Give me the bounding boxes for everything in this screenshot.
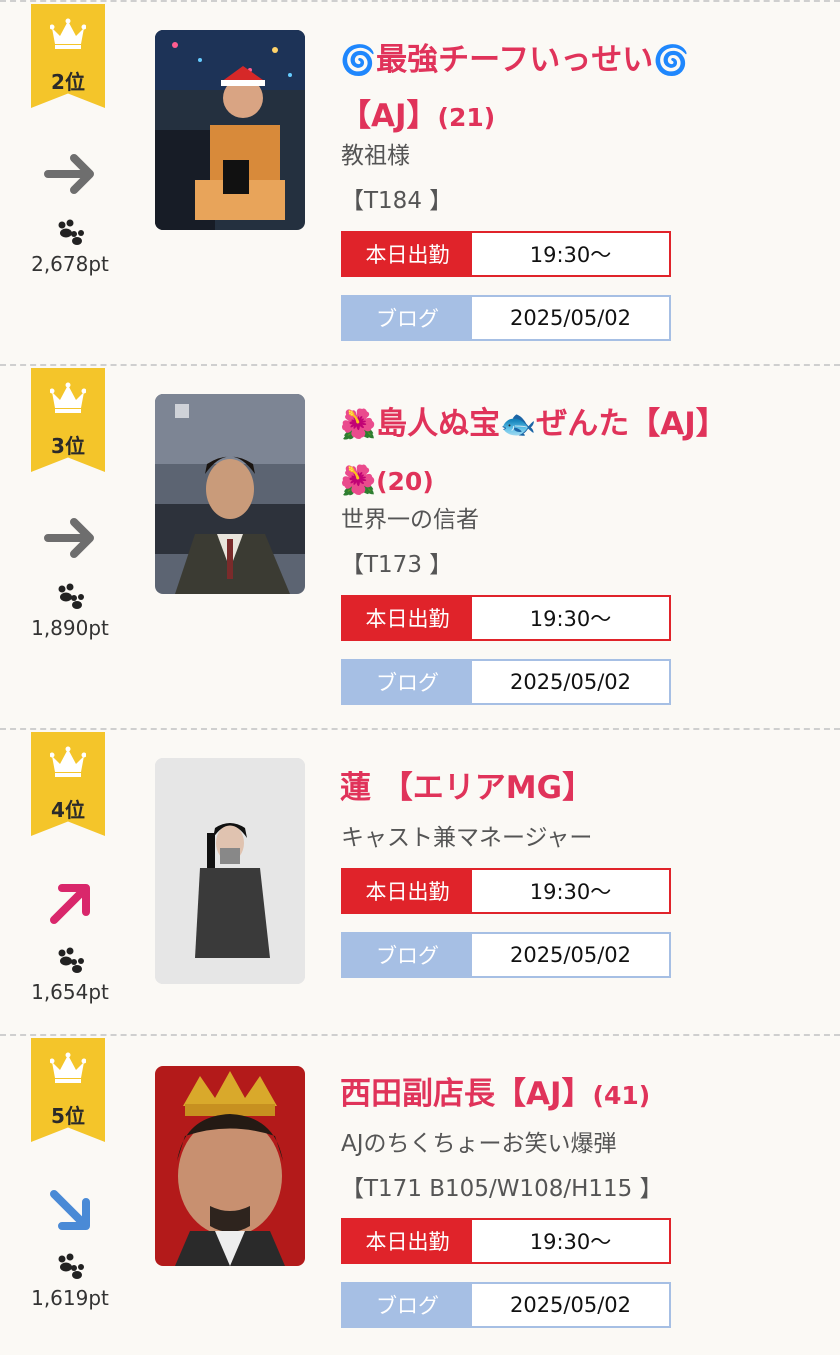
rank-badge: 5位 <box>31 1038 105 1142</box>
blog-link[interactable]: ブログ 2025/05/02 <box>341 1282 671 1328</box>
rank-label: 3位 <box>51 434 85 458</box>
crown-icon <box>50 18 86 49</box>
ranking-entry: 2位 2,678pt 🌀最強チーフいっせい🌀 【AJ】(21) 教祖様 【T18… <box>0 0 840 366</box>
attendance-label: 本日出勤 <box>343 233 472 275</box>
up-right-arrow-icon <box>50 884 90 924</box>
cast-age: (21) <box>437 103 496 132</box>
cast-spec: 【T171 B105/W108/H115 】 <box>341 1176 663 1202</box>
cast-photo[interactable] <box>155 30 305 230</box>
cast-name[interactable]: 🌺島人ぬ宝🐟ぜんた【AJ】 🌺(20) <box>340 396 820 510</box>
crown-icon <box>50 382 86 413</box>
cast-photo-image <box>155 1066 305 1266</box>
cast-photo-image <box>155 394 305 594</box>
cast-photo-image <box>155 758 305 984</box>
cast-photo[interactable] <box>155 394 305 594</box>
cast-spec: 【T173 】 <box>341 552 453 578</box>
rank-label: 4位 <box>51 798 85 822</box>
right-arrow-icon <box>44 154 94 194</box>
right-arrow-icon <box>44 518 94 558</box>
rank-label: 5位 <box>51 1104 85 1128</box>
cyclone-emoji: 🌀 <box>653 43 690 77</box>
points: 1,619pt <box>31 1286 109 1310</box>
blog-link[interactable]: ブログ 2025/05/02 <box>341 295 671 341</box>
cast-photo[interactable] <box>155 1066 305 1266</box>
attendance-time: 19:30〜 <box>529 880 612 904</box>
rank-label: 2位 <box>51 70 85 94</box>
paw-icon <box>58 947 84 973</box>
cast-title: 教祖様 <box>341 143 410 169</box>
cast-age: (20) <box>376 467 434 496</box>
ranking-entry: 3位 1,890pt 🌺島人ぬ宝🐟ぜんた【AJ】 🌺(20) 世界一の信者 【T… <box>0 364 840 730</box>
attendance-label: 本日出勤 <box>343 1220 472 1262</box>
cast-name[interactable]: 🌀最強チーフいっせい🌀 【AJ】(21) <box>340 32 820 146</box>
cast-title: 世界一の信者 <box>341 507 479 533</box>
attendance-time: 19:30〜 <box>529 1230 612 1254</box>
rank-badge: 3位 <box>31 368 105 472</box>
hibiscus-emoji: 🌺 <box>340 463 377 497</box>
attendance-label: 本日出勤 <box>343 597 472 639</box>
cast-photo[interactable] <box>155 758 305 984</box>
crown-icon <box>50 1052 86 1083</box>
blog-label: ブログ <box>343 297 472 339</box>
blog-link[interactable]: ブログ 2025/05/02 <box>341 659 671 705</box>
attendance-box: 本日出勤 19:30〜 <box>341 868 671 914</box>
attendance-box: 本日出勤 19:30〜 <box>341 595 671 641</box>
rank-badge: 4位 <box>31 732 105 836</box>
rank-badge: 2位 <box>31 4 105 108</box>
attendance-box: 本日出勤 19:30〜 <box>341 1218 671 1264</box>
down-right-arrow-icon <box>50 1190 90 1230</box>
attendance-box: 本日出勤 19:30〜 <box>341 231 671 277</box>
cast-photo-image <box>155 30 305 230</box>
blog-link[interactable]: ブログ 2025/05/02 <box>341 932 671 978</box>
paw-icon <box>58 1253 84 1279</box>
cast-name[interactable]: 西田副店長【AJ】(41) <box>340 1066 820 1124</box>
points: 2,678pt <box>31 252 109 276</box>
paw-icon <box>58 583 84 609</box>
cast-spec: 【T184 】 <box>341 188 453 214</box>
points: 1,890pt <box>31 616 109 640</box>
attendance-time: 19:30〜 <box>529 607 612 631</box>
blog-date: 2025/05/02 <box>509 306 632 330</box>
cast-age: (41) <box>592 1081 651 1110</box>
cast-title: AJのちくちょーお笑い爆弾 <box>341 1131 617 1157</box>
fish-emoji: 🐟 <box>500 407 537 441</box>
attendance-time: 19:30〜 <box>529 243 612 267</box>
blog-label: ブログ <box>343 1284 472 1326</box>
blog-date: 2025/05/02 <box>509 943 632 967</box>
attendance-label: 本日出勤 <box>343 870 472 912</box>
ranking-entry: 4位 1,654pt 蓮 【エリアMG】 キャスト兼マネージャー 本日出勤 19… <box>0 728 840 1036</box>
hibiscus-emoji: 🌺 <box>340 407 377 441</box>
cast-title: キャスト兼マネージャー <box>341 825 593 851</box>
ranking-entry: 5位 1,619pt 西田副店長【AJ】(41) AJのちくちょーお笑い爆弾 【… <box>0 1034 840 1355</box>
points: 1,654pt <box>31 980 109 1004</box>
cyclone-emoji: 🌀 <box>340 43 377 77</box>
blog-label: ブログ <box>343 661 472 703</box>
blog-date: 2025/05/02 <box>509 1293 632 1317</box>
blog-label: ブログ <box>343 934 472 976</box>
paw-icon <box>58 219 84 245</box>
cast-name[interactable]: 蓮 【エリアMG】 <box>340 760 820 816</box>
crown-icon <box>50 746 86 777</box>
blog-date: 2025/05/02 <box>509 670 632 694</box>
